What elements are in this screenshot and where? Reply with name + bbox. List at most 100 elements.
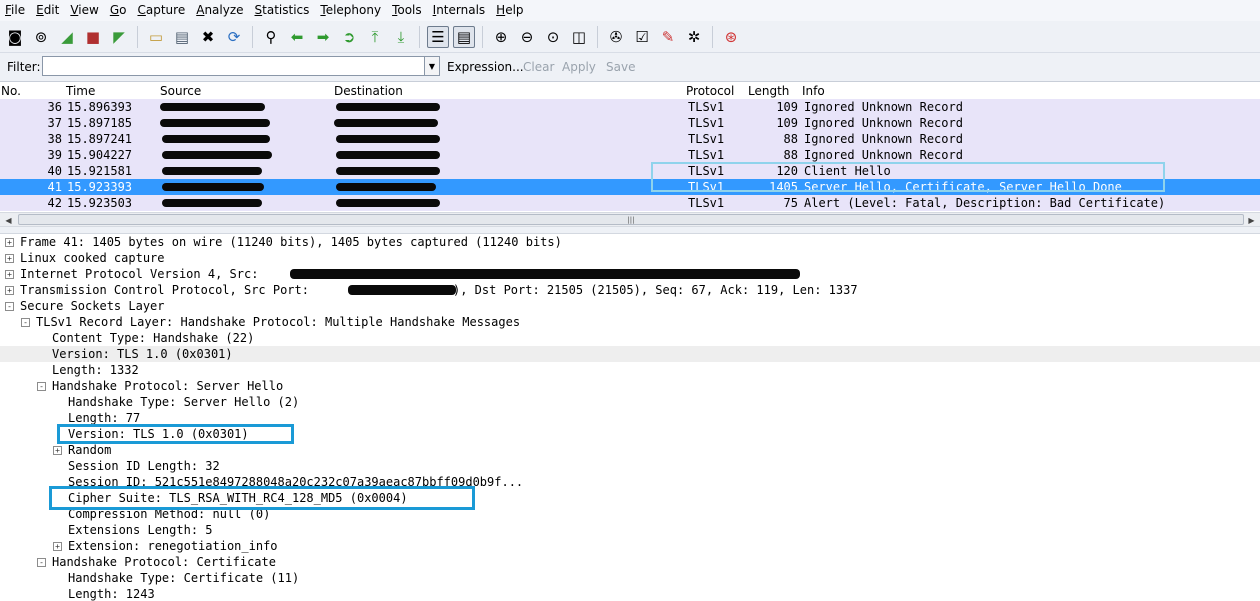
detail-tree-item[interactable]: Handshake Type: Certificate (11) [0, 570, 1260, 586]
expand-icon[interactable]: + [5, 254, 14, 263]
colorize-icon[interactable]: ☰ [427, 25, 449, 48]
preferences-icon[interactable]: ✲ [683, 26, 705, 48]
detail-tree-item[interactable]: Version: TLS 1.0 (0x0301) [0, 346, 1260, 362]
menu-capture[interactable]: Capture [132, 0, 191, 21]
packet-row[interactable]: 39 15.904227 TLSv1 88 Ignored Unknown Record [0, 147, 1260, 163]
column-header-length[interactable]: Length [748, 84, 789, 99]
detail-tree-item[interactable]: Length: 1332 [0, 362, 1260, 378]
detail-tree-label: TLSv1 Record Layer: Handshake Protocol: … [36, 315, 521, 329]
restart-capture-icon[interactable]: ◤ [108, 26, 130, 48]
collapse-icon[interactable]: - [5, 302, 14, 311]
zoom-out-icon[interactable]: ⊖ [516, 26, 538, 48]
filter-dropdown-button[interactable]: ▼ [425, 56, 440, 76]
packet-time: 15.923503 [67, 196, 133, 210]
packet-list: 36 15.896393 TLSv1 109 Ignored Unknown Recor… [0, 99, 1260, 212]
save-button[interactable]: Save [606, 60, 635, 74]
detail-tree-label: Extension: renegotiation_info [68, 539, 278, 553]
detail-tree-item[interactable]: + Transmission Control Protocol, Src Port… [0, 282, 1260, 298]
autoscroll-icon[interactable]: ▤ [453, 25, 475, 48]
collapse-icon[interactable]: - [37, 382, 46, 391]
detail-tree-item[interactable]: + Frame 41: 1405 bytes on wire (11240 bit… [0, 234, 1260, 250]
packet-info: Ignored Unknown Record [804, 132, 963, 146]
pane-splitter[interactable] [0, 227, 1260, 234]
reload-icon[interactable]: ⟳ [223, 26, 245, 48]
go-to-packet-icon[interactable]: ➲ [338, 26, 360, 48]
menu-analyze[interactable]: Analyze [191, 0, 249, 21]
clear-button[interactable]: Clear [523, 60, 554, 74]
packet-row[interactable]: 36 15.896393 TLSv1 109 Ignored Unknown Recor… [0, 99, 1260, 115]
menu-statistics[interactable]: Statistics [250, 0, 316, 21]
detail-tree-item[interactable]: Session ID Length: 32 [0, 458, 1260, 474]
menu-help[interactable]: Help [491, 0, 529, 21]
scroll-left-icon[interactable]: ◀ [2, 214, 15, 226]
menu-view[interactable]: View [65, 0, 104, 21]
open-file-icon[interactable]: ▭ [145, 26, 167, 48]
packet-row[interactable]: 37 15.897185 TLSv1 109 Ignored Unknown Recor… [0, 115, 1260, 131]
expression-button[interactable]: Expression... [447, 60, 524, 74]
menu-bar: File Edit View Go Capture Analyze Statistics Te… [0, 0, 1260, 21]
detail-tree-item[interactable]: Handshake Type: Server Hello (2) [0, 394, 1260, 410]
display-filters-icon[interactable]: ☑ [631, 26, 653, 48]
detail-tree-item[interactable]: + Extension: renegotiation_info [0, 538, 1260, 554]
column-header-info[interactable]: Info [802, 84, 825, 99]
save-file-icon[interactable]: ▤ [171, 26, 193, 48]
coloring-rules-icon[interactable]: ✎ [657, 26, 679, 48]
interfaces-icon[interactable]: ◙ [4, 26, 26, 48]
detail-tree-item[interactable]: + Random [0, 442, 1260, 458]
close-file-icon[interactable]: ✖ [197, 26, 219, 48]
packet-number: 36 [47, 100, 62, 114]
detail-tree-item[interactable]: - Handshake Protocol: Certificate [0, 554, 1260, 570]
find-icon[interactable]: ⚲ [260, 26, 282, 48]
expand-icon[interactable]: + [5, 286, 14, 295]
menu-telephony[interactable]: Telephony [315, 0, 387, 21]
menu-go[interactable]: Go [105, 0, 133, 21]
stop-capture-icon[interactable]: ■ [82, 26, 104, 48]
collapse-icon[interactable]: - [37, 558, 46, 567]
packet-number: 41 [47, 180, 62, 194]
go-back-icon[interactable]: ⬅ [286, 26, 308, 48]
detail-tree-item[interactable]: Content Type: Handshake (22) [0, 330, 1260, 346]
detail-tree-item[interactable]: + Internet Protocol Version 4, Src: [0, 266, 1260, 282]
zoom-normal-icon[interactable]: ⊙ [542, 26, 564, 48]
expand-icon[interactable]: + [53, 446, 62, 455]
resize-columns-icon[interactable]: ◫ [568, 26, 590, 48]
capture-filters-icon[interactable]: ✇ [605, 26, 627, 48]
detail-tree-item[interactable]: - Secure Sockets Layer [0, 298, 1260, 314]
menu-tools[interactable]: Tools [387, 0, 428, 21]
menu-internals[interactable]: Internals [428, 0, 492, 21]
detail-tree-item[interactable]: + Linux cooked capture [0, 250, 1260, 266]
zoom-in-icon[interactable]: ⊕ [490, 26, 512, 48]
column-header-protocol[interactable]: Protocol [686, 84, 734, 99]
expand-icon[interactable]: + [53, 542, 62, 551]
detail-tree-item[interactable]: - Handshake Protocol: Server Hello [0, 378, 1260, 394]
filter-input[interactable] [42, 56, 425, 76]
detail-tree-item[interactable]: - TLSv1 Record Layer: Handshake Protocol:… [0, 314, 1260, 330]
column-header-no[interactable]: No. [1, 84, 21, 99]
packet-row[interactable]: 42 15.923503 TLSv1 75 Alert (Level: Fatal, D… [0, 195, 1260, 211]
options-icon[interactable]: ⊚ [30, 26, 52, 48]
column-header-time[interactable]: Time [66, 84, 95, 99]
column-header-source[interactable]: Source [160, 84, 201, 99]
expand-icon[interactable]: + [5, 270, 14, 279]
filter-label: Filter: [7, 60, 41, 74]
apply-button[interactable]: Apply [562, 60, 596, 74]
collapse-icon[interactable]: - [21, 318, 30, 327]
scroll-right-icon[interactable]: ▶ [1245, 214, 1258, 226]
go-first-icon[interactable]: ⤒ [364, 26, 386, 48]
annotation-version-box [57, 424, 294, 444]
packet-length: 109 [776, 116, 798, 130]
packet-list-scrollbar[interactable]: ◀ ||| ▶ [0, 212, 1260, 227]
go-forward-icon[interactable]: ➡ [312, 26, 334, 48]
column-header-destination[interactable]: Destination [334, 84, 403, 99]
redacted-destination-address [336, 103, 440, 111]
expand-icon[interactable]: + [5, 238, 14, 247]
detail-tree-item[interactable]: Length: 1243 [0, 586, 1260, 601]
scrollbar-thumb[interactable]: ||| [18, 214, 1244, 225]
menu-file[interactable]: File [0, 0, 31, 21]
help-icon[interactable]: ⊛ [720, 26, 742, 48]
start-capture-icon[interactable]: ◢ [56, 26, 78, 48]
packet-row[interactable]: 38 15.897241 TLSv1 88 Ignored Unknown Record [0, 131, 1260, 147]
menu-edit[interactable]: Edit [31, 0, 65, 21]
go-last-icon[interactable]: ⤓ [390, 26, 412, 48]
detail-tree-item[interactable]: Extensions Length: 5 [0, 522, 1260, 538]
